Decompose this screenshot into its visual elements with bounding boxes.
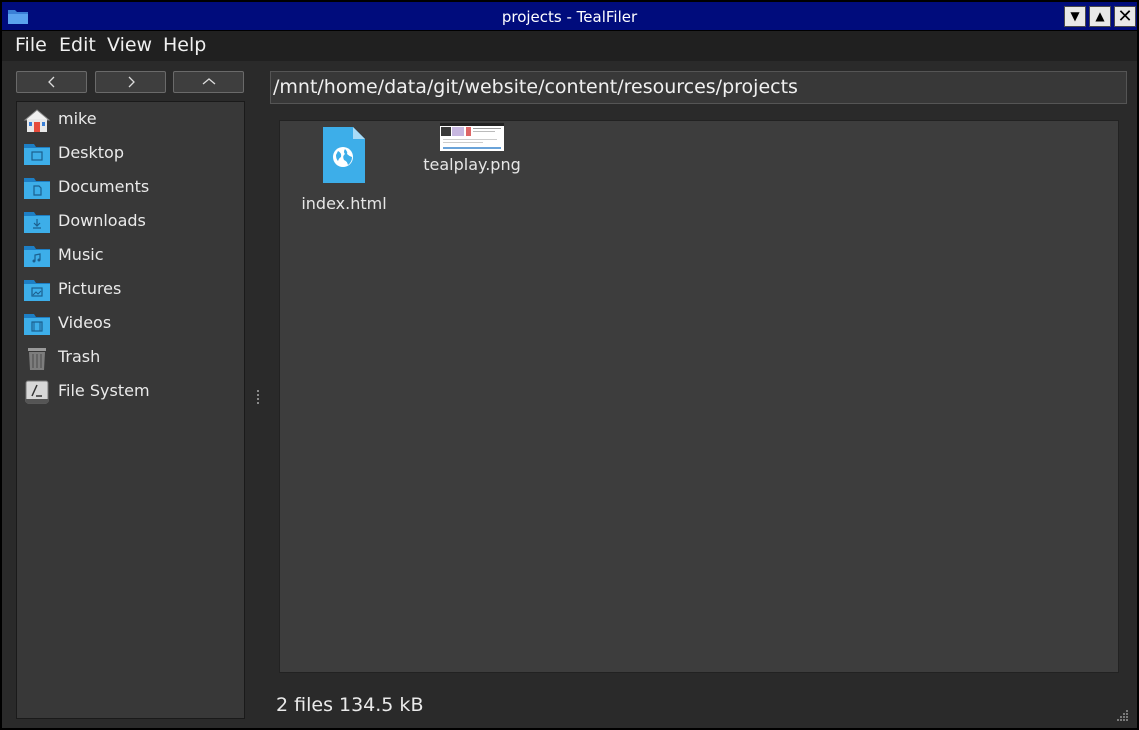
sidebar-item-label: mike <box>58 109 97 128</box>
chevron-right-icon <box>128 76 135 88</box>
sidebar-item-mike[interactable]: mike <box>17 104 244 136</box>
image-thumbnail <box>440 123 504 151</box>
minimize-button[interactable]: ▼ <box>1064 6 1086 27</box>
sidebar-item-file-system[interactable]: File System <box>17 376 244 408</box>
file-view[interactable]: index.html tealplay.png <box>279 120 1119 673</box>
menu-view[interactable]: View <box>107 34 152 56</box>
maximize-button[interactable]: ▲ <box>1089 6 1111 27</box>
chevron-left-icon <box>47 76 54 88</box>
close-button[interactable]: ✕ <box>1114 6 1136 27</box>
menu-file[interactable]: File <box>15 34 47 56</box>
sidebar-item-pictures[interactable]: Pictures <box>17 274 244 306</box>
menu-bar: File Edit View Help <box>2 31 1137 61</box>
folder-videos-icon <box>23 311 51 337</box>
location-bar[interactable]: /mnt/home/data/git/website/content/resou… <box>270 71 1127 104</box>
folder-downloads-icon <box>23 209 51 235</box>
home-icon <box>23 107 51 133</box>
folder-desktop-icon <box>23 141 51 167</box>
sidebar-item-desktop[interactable]: Desktop <box>17 138 244 170</box>
sidebar-item-label: Downloads <box>58 211 146 230</box>
up-button[interactable] <box>173 71 244 93</box>
resize-grip-icon[interactable] <box>1115 707 1129 721</box>
forward-button[interactable] <box>95 71 166 93</box>
location-path[interactable]: /mnt/home/data/git/website/content/resou… <box>273 76 798 98</box>
sidebar-item-label: Desktop <box>58 143 124 162</box>
sidebar-item-downloads[interactable]: Downloads <box>17 206 244 238</box>
places-sidebar: mike Desktop Documents Downloads Music P… <box>16 101 245 719</box>
menu-edit[interactable]: Edit <box>59 34 96 56</box>
sidebar-item-music[interactable]: Music <box>17 240 244 272</box>
menu-help[interactable]: Help <box>163 34 206 56</box>
html-file-icon <box>323 127 365 183</box>
file-name-label: index.html <box>301 194 387 213</box>
file-item-tealplay-png[interactable]: tealplay.png <box>423 123 521 175</box>
sidebar-item-label: Music <box>58 245 104 264</box>
sidebar-item-label: Trash <box>58 347 101 366</box>
drive-icon <box>23 379 51 405</box>
folder-pictures-icon <box>23 277 51 303</box>
window-title: projects - TealFiler <box>501 8 638 26</box>
sidebar-item-videos[interactable]: Videos <box>17 308 244 340</box>
sidebar-item-trash[interactable]: Trash <box>17 342 244 374</box>
sidebar-item-documents[interactable]: Documents <box>17 172 244 204</box>
chevron-up-icon <box>202 78 215 85</box>
sidebar-item-label: File System <box>58 381 150 400</box>
sidebar-item-label: Videos <box>58 313 112 332</box>
folder-documents-icon <box>23 175 51 201</box>
sidebar-item-label: Pictures <box>58 279 122 298</box>
status-bar-text: 2 files 134.5 kB <box>276 694 424 716</box>
file-item-index-html[interactable]: index.html <box>301 125 387 213</box>
folder-music-icon <box>23 243 51 269</box>
title-bar[interactable]: projects - TealFiler ▼ ▲ ✕ <box>2 2 1137 31</box>
file-manager-window: projects - TealFiler ▼ ▲ ✕ File Edit Vie… <box>0 0 1139 730</box>
trash-icon <box>23 345 51 371</box>
back-button[interactable] <box>16 71 87 93</box>
sidebar-splitter-handle[interactable] <box>256 390 260 408</box>
sidebar-item-label: Documents <box>58 177 150 196</box>
file-name-label: tealplay.png <box>423 155 521 174</box>
